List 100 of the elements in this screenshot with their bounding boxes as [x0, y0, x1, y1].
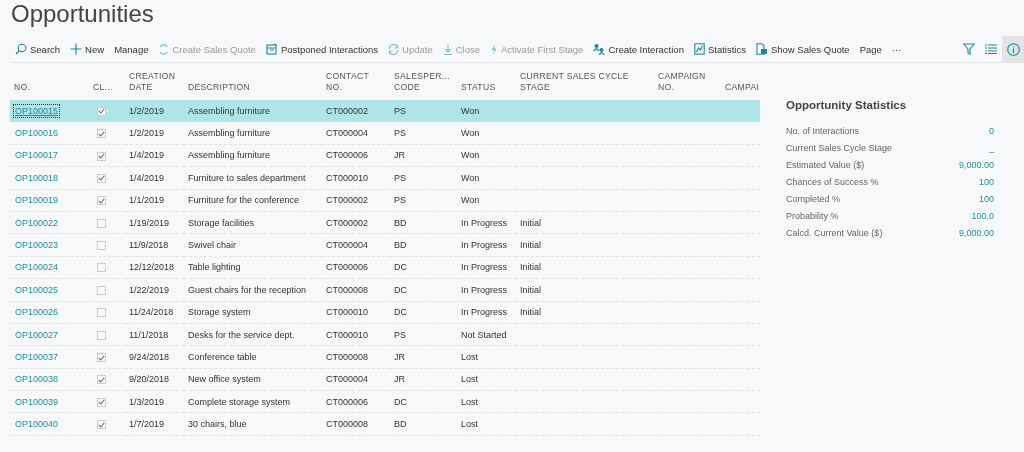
opportunity-link[interactable]: OP100023 [14, 239, 60, 252]
closed-checkbox[interactable] [97, 241, 106, 251]
opportunity-link[interactable]: OP100027 [14, 328, 60, 341]
toolbar-button[interactable]: Statistics [688, 36, 751, 62]
closed-checkbox[interactable] [97, 173, 106, 183]
status-cell: Not Started [461, 329, 507, 340]
opportunity-link[interactable]: OP100022 [14, 216, 60, 229]
toolbar-button[interactable]: New [65, 36, 110, 62]
date-cell: 1/4/2019 [129, 150, 165, 161]
field-value[interactable]: 100 [978, 194, 994, 211]
table-row[interactable]: OP100022 1/19/2019 Storage facilities CT000002 BD In Progress Initial [10, 211, 760, 234]
download-icon [442, 43, 453, 55]
description-cell: Furniture for the conference [188, 195, 300, 206]
contact-cell: CT000010 [326, 307, 369, 318]
date-cell: 1/7/2019 [129, 419, 165, 430]
table-row[interactable]: OP100038 9/20/2018 New office system CT000004 JR Lost [10, 368, 760, 391]
toolbar-button[interactable]: Create Interaction [588, 36, 689, 62]
column-header[interactable]: SALESPER... CODE [394, 71, 453, 93]
closed-checkbox[interactable] [97, 263, 106, 273]
description-cell: Furniture to sales department [188, 172, 306, 183]
table-row[interactable]: OP100027 11/1/2018 Desks for the service dept. CT000010 PS Not Started [10, 323, 760, 346]
salesperson-cell: JR [394, 352, 405, 362]
field-value[interactable]: 0 [989, 126, 994, 143]
field-value[interactable]: _ [989, 143, 994, 160]
toolbar-button[interactable]: Search [10, 36, 66, 62]
description-cell: Table lighting [188, 262, 241, 273]
column-header[interactable]: CONTACT NO. [326, 71, 386, 93]
closed-checkbox[interactable] [97, 285, 106, 295]
info-button[interactable] [1002, 36, 1024, 62]
status-cell: In Progress [461, 240, 508, 251]
closed-checkbox[interactable] [97, 218, 106, 228]
column-header[interactable]: STATUS [461, 82, 512, 93]
field-value[interactable]: 100.0 [971, 211, 994, 228]
table-row[interactable]: OP100026 11/24/2018 Storage system CT000010 DC In Progress Initial [10, 301, 760, 324]
contact-cell: CT000002 [326, 105, 369, 116]
toolbar-button[interactable]: ··· [886, 36, 907, 62]
bolt-icon [490, 43, 499, 55]
opportunity-link[interactable]: OP100017 [14, 149, 60, 162]
table-row[interactable]: OP100019 1/1/2019 Furniture for the conference CT000002 PS Won [10, 189, 760, 212]
toolbar-button[interactable]: Page [854, 36, 887, 62]
closed-checkbox[interactable] [97, 375, 106, 385]
chart-icon [693, 43, 705, 55]
opportunity-link[interactable]: OP100037 [14, 351, 60, 363]
column-header[interactable]: CAMPAIGN NO. [658, 71, 717, 93]
field-value[interactable]: 9,000.00 [958, 228, 994, 245]
column-header[interactable]: CURRENT SALES CYCLE STAGE [520, 71, 650, 93]
closed-checkbox[interactable] [97, 129, 106, 139]
description-cell: New office system [188, 374, 261, 385]
table-row[interactable]: OP100040 1/7/2019 30 chairs, blue CT000008 BD Lost [10, 412, 760, 436]
opportunity-link[interactable]: OP100026 [14, 306, 60, 319]
salesperson-cell: JR [394, 374, 405, 385]
field-value[interactable]: 9,000.00 [958, 160, 994, 177]
opportunity-link[interactable]: OP100018 [14, 171, 60, 184]
table-row[interactable]: OP100037 9/24/2018 Conference table CT000008 JR Lost [10, 345, 760, 369]
closed-checkbox[interactable] [97, 308, 106, 318]
toolbar-button[interactable]: Manage [109, 36, 154, 62]
description-cell: Complete storage system [188, 396, 291, 407]
opportunity-link[interactable]: OP100040 [14, 418, 60, 431]
closed-checkbox[interactable] [97, 106, 106, 116]
table-row[interactable]: OP100024 12/12/2018 Table lighting CT000006 DC In Progress Initial [10, 256, 760, 279]
field-value[interactable]: 100 [978, 177, 994, 194]
filter-icon [963, 43, 975, 55]
description-cell: Conference table [188, 352, 257, 362]
salesperson-cell: DC [394, 396, 407, 407]
toolbar-button[interactable]: Postponed Interactions [260, 36, 384, 62]
column-header[interactable]: DESCRIPTION [188, 82, 318, 93]
toolbar-button[interactable]: Show Sales Quote [750, 36, 855, 62]
opportunity-link[interactable]: OP100038 [14, 373, 60, 386]
status-cell: In Progress [461, 217, 508, 228]
column-header[interactable]: CAMPAI [725, 82, 756, 93]
table-row[interactable]: OP100015 1/2/2019 Assembling furniture CT000002 PS Won [10, 100, 760, 122]
table-row[interactable]: OP100018 1/4/2019 Furniture to sales department CT000010 PS Won [10, 166, 760, 190]
status-cell: Lost [461, 419, 478, 430]
closed-checkbox[interactable] [97, 353, 106, 363]
description-cell: Assembling furniture [188, 150, 271, 161]
stage-cell: Initial [520, 307, 541, 318]
table-row[interactable]: OP100023 11/9/2018 Swivel chair CT000004 BD In Progress Initial [10, 233, 760, 257]
closed-checkbox[interactable] [97, 397, 106, 407]
date-cell: 1/1/2019 [129, 195, 165, 206]
status-cell: In Progress [461, 262, 508, 273]
status-cell: In Progress [461, 284, 508, 295]
table-row[interactable]: OP100016 1/2/2019 Assembling furniture CT000004 PS Won [10, 121, 760, 145]
contact-cell: CT000004 [326, 374, 369, 385]
table-row[interactable]: OP100039 1/3/2019 Complete storage system CT000006 DC Lost [10, 390, 760, 413]
opportunity-link[interactable]: OP100039 [14, 395, 60, 408]
contact-cell: CT000004 [326, 240, 369, 251]
closed-checkbox[interactable] [97, 330, 106, 340]
closed-checkbox[interactable] [97, 420, 106, 430]
opportunity-link[interactable]: OP100016 [14, 127, 60, 140]
opportunity-link[interactable]: OP100024 [14, 261, 60, 274]
table-row[interactable]: OP100017 1/4/2019 Assembling furniture CT000006 JR Won [10, 144, 760, 167]
column-header[interactable]: CREATION DATE [129, 71, 180, 93]
salesperson-cell: PS [394, 105, 406, 116]
column-header[interactable]: NO. [14, 82, 85, 93]
column-header[interactable]: CL... [93, 82, 121, 93]
table-row[interactable]: OP100025 1/22/2019 Guest chairs for the reception CT000008 DC In Progress Initial [10, 278, 760, 301]
closed-checkbox[interactable] [97, 196, 106, 206]
opportunity-link[interactable]: OP100025 [14, 283, 60, 296]
opportunity-link[interactable]: OP100019 [14, 194, 60, 207]
closed-checkbox[interactable] [97, 151, 106, 161]
